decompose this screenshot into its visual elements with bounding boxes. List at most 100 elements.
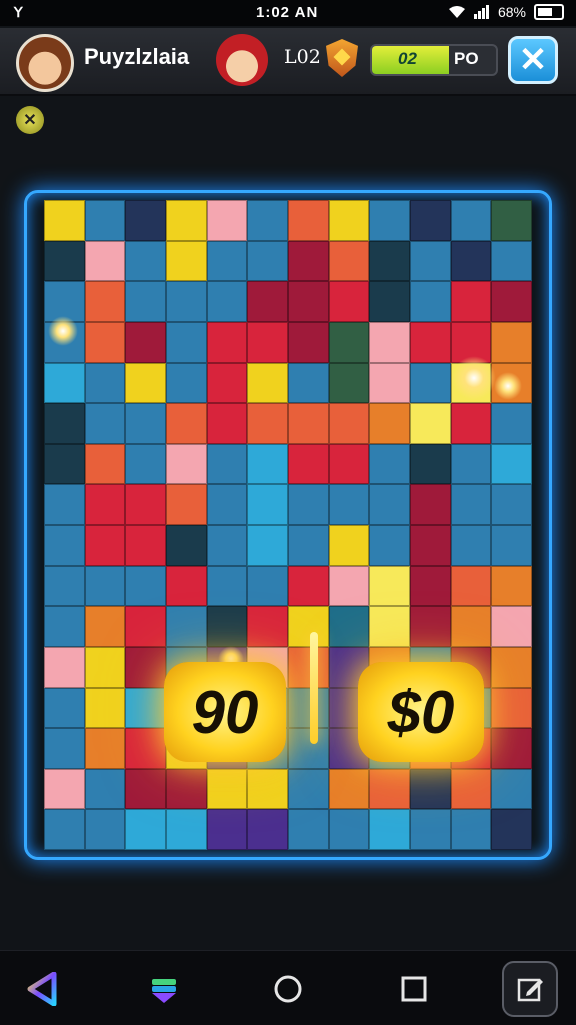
puzzle-piece[interactable] <box>369 200 410 241</box>
puzzle-piece[interactable] <box>491 403 532 444</box>
puzzle-piece[interactable] <box>206 321 248 363</box>
puzzle-piece[interactable] <box>125 240 166 282</box>
puzzle-piece[interactable] <box>288 525 329 566</box>
puzzle-piece[interactable] <box>44 240 85 282</box>
puzzle-piece[interactable] <box>166 484 207 525</box>
puzzle-piece[interactable] <box>288 606 329 647</box>
puzzle-piece[interactable] <box>491 281 532 322</box>
puzzle-piece[interactable] <box>288 443 329 485</box>
puzzle-piece[interactable] <box>84 687 126 729</box>
puzzle-piece[interactable] <box>84 728 126 769</box>
puzzle-piece[interactable] <box>166 281 207 322</box>
puzzle-piece[interactable] <box>247 768 288 810</box>
puzzle-piece[interactable] <box>491 565 532 607</box>
puzzle-piece[interactable] <box>450 443 492 485</box>
puzzle-piece[interactable] <box>491 687 532 729</box>
puzzle-piece[interactable] <box>166 768 207 810</box>
puzzle-piece[interactable] <box>288 403 329 444</box>
puzzle-piece[interactable] <box>369 525 410 566</box>
puzzle-piece[interactable] <box>288 321 329 363</box>
puzzle-piece[interactable] <box>410 565 451 607</box>
puzzle-piece[interactable] <box>44 484 85 525</box>
puzzle-piece[interactable] <box>247 484 288 525</box>
puzzle-piece[interactable] <box>450 281 492 322</box>
puzzle-piece[interactable] <box>166 443 207 485</box>
puzzle-piece[interactable] <box>369 321 410 363</box>
puzzle-piece[interactable] <box>288 728 329 769</box>
puzzle-piece[interactable] <box>44 809 85 850</box>
puzzle-piece[interactable] <box>125 362 166 404</box>
puzzle-piece[interactable] <box>84 281 126 322</box>
puzzle-piece[interactable] <box>328 200 370 241</box>
puzzle-piece[interactable] <box>44 403 85 444</box>
puzzle-piece[interactable] <box>84 484 126 525</box>
puzzle-piece[interactable] <box>44 200 85 241</box>
puzzle-piece[interactable] <box>166 809 207 850</box>
puzzle-piece[interactable] <box>166 240 207 282</box>
puzzle-piece[interactable] <box>491 240 532 282</box>
puzzle-piece[interactable] <box>328 321 370 363</box>
puzzle-piece[interactable] <box>450 809 492 850</box>
puzzle-piece[interactable] <box>369 281 410 322</box>
puzzle-piece[interactable] <box>288 687 329 729</box>
puzzle-piece[interactable] <box>44 606 85 647</box>
puzzle-piece[interactable] <box>125 646 166 688</box>
puzzle-piece[interactable] <box>491 321 532 363</box>
puzzle-piece[interactable] <box>206 362 248 404</box>
puzzle-piece[interactable] <box>288 646 329 688</box>
puzzle-piece[interactable] <box>410 281 451 322</box>
puzzle-piece[interactable] <box>44 646 85 688</box>
puzzle-piece[interactable] <box>491 525 532 566</box>
puzzle-piece[interactable] <box>247 281 288 322</box>
puzzle-piece[interactable] <box>125 281 166 322</box>
recents-button[interactable] <box>394 969 434 1009</box>
puzzle-piece[interactable] <box>288 768 329 810</box>
puzzle-piece[interactable] <box>166 200 207 241</box>
puzzle-piece[interactable] <box>491 768 532 810</box>
puzzle-piece[interactable] <box>410 403 451 444</box>
puzzle-piece[interactable] <box>288 484 329 525</box>
puzzle-piece[interactable] <box>491 200 532 241</box>
puzzle-piece[interactable] <box>125 768 166 810</box>
puzzle-piece[interactable] <box>450 606 492 647</box>
opponent-avatar[interactable] <box>216 34 268 86</box>
puzzle-piece[interactable] <box>369 484 410 525</box>
puzzle-piece[interactable] <box>491 606 532 647</box>
puzzle-piece[interactable] <box>166 362 207 404</box>
puzzle-piece[interactable] <box>369 240 410 282</box>
puzzle-piece[interactable] <box>84 362 126 404</box>
puzzle-piece[interactable] <box>491 484 532 525</box>
puzzle-piece[interactable] <box>125 200 166 241</box>
puzzle-piece[interactable] <box>206 525 248 566</box>
home-button[interactable] <box>268 969 308 1009</box>
puzzle-piece[interactable] <box>410 768 451 810</box>
puzzle-piece[interactable] <box>410 484 451 525</box>
puzzle-piece[interactable] <box>450 200 492 241</box>
puzzle-piece[interactable] <box>125 403 166 444</box>
puzzle-piece[interactable] <box>84 768 126 810</box>
puzzle-piece[interactable] <box>247 403 288 444</box>
puzzle-piece[interactable] <box>84 565 126 607</box>
puzzle-piece[interactable] <box>206 403 248 444</box>
puzzle-piece[interactable] <box>166 606 207 647</box>
layers-button[interactable] <box>144 969 184 1009</box>
puzzle-piece[interactable] <box>247 525 288 566</box>
puzzle-piece[interactable] <box>410 443 451 485</box>
puzzle-piece[interactable] <box>369 768 410 810</box>
puzzle-piece[interactable] <box>125 443 166 485</box>
puzzle-piece[interactable] <box>288 565 329 607</box>
tools-button[interactable]: ✕ <box>16 106 44 134</box>
puzzle-piece[interactable] <box>44 728 85 769</box>
puzzle-piece[interactable] <box>328 362 370 404</box>
puzzle-piece[interactable] <box>410 362 451 404</box>
puzzle-piece[interactable] <box>84 240 126 282</box>
puzzle-piece[interactable] <box>84 200 126 241</box>
puzzle-piece[interactable] <box>410 240 451 282</box>
puzzle-piece[interactable] <box>206 606 248 647</box>
puzzle-piece[interactable] <box>450 403 492 444</box>
puzzle-piece[interactable] <box>450 565 492 607</box>
puzzle-piece[interactable] <box>247 443 288 485</box>
puzzle-piece[interactable] <box>328 281 370 322</box>
puzzle-piece[interactable] <box>206 809 248 850</box>
puzzle-piece[interactable] <box>44 768 85 810</box>
